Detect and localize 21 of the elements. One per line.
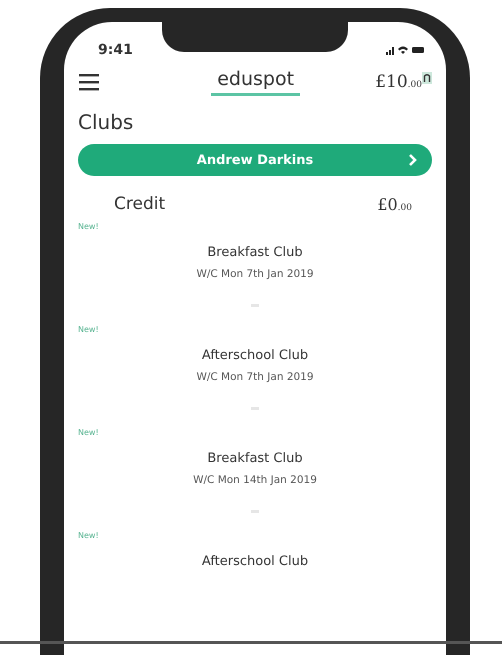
- club-name[interactable]: Breakfast Club: [207, 245, 303, 260]
- club-name[interactable]: Afterschool Club: [202, 554, 308, 569]
- new-label: New!: [78, 428, 99, 437]
- club-week: W/C Mon 7th Jan 2019: [196, 268, 314, 280]
- new-label: New!: [78, 531, 99, 540]
- menu-icon[interactable]: [78, 71, 100, 93]
- club-name[interactable]: Afterschool Club: [202, 348, 308, 363]
- notification-icon[interactable]: [422, 72, 432, 84]
- status-time: 9:41: [98, 42, 133, 58]
- chevron-right-icon: [408, 153, 418, 167]
- logo: eduspot: [211, 68, 300, 96]
- page-title: Clubs: [78, 110, 134, 134]
- club-week: W/C Mon 7th Jan 2019: [196, 371, 314, 383]
- new-label: New!: [78, 325, 99, 334]
- credit-amount: £0.00: [377, 194, 412, 214]
- new-label: New!: [78, 222, 99, 231]
- credit-label: Credit: [114, 194, 166, 214]
- club-week: W/C Mon 14th Jan 2019: [193, 474, 317, 486]
- status-icons: [386, 44, 426, 56]
- club-name[interactable]: Breakfast Club: [207, 451, 303, 466]
- balance-amount: £10.00: [375, 72, 422, 92]
